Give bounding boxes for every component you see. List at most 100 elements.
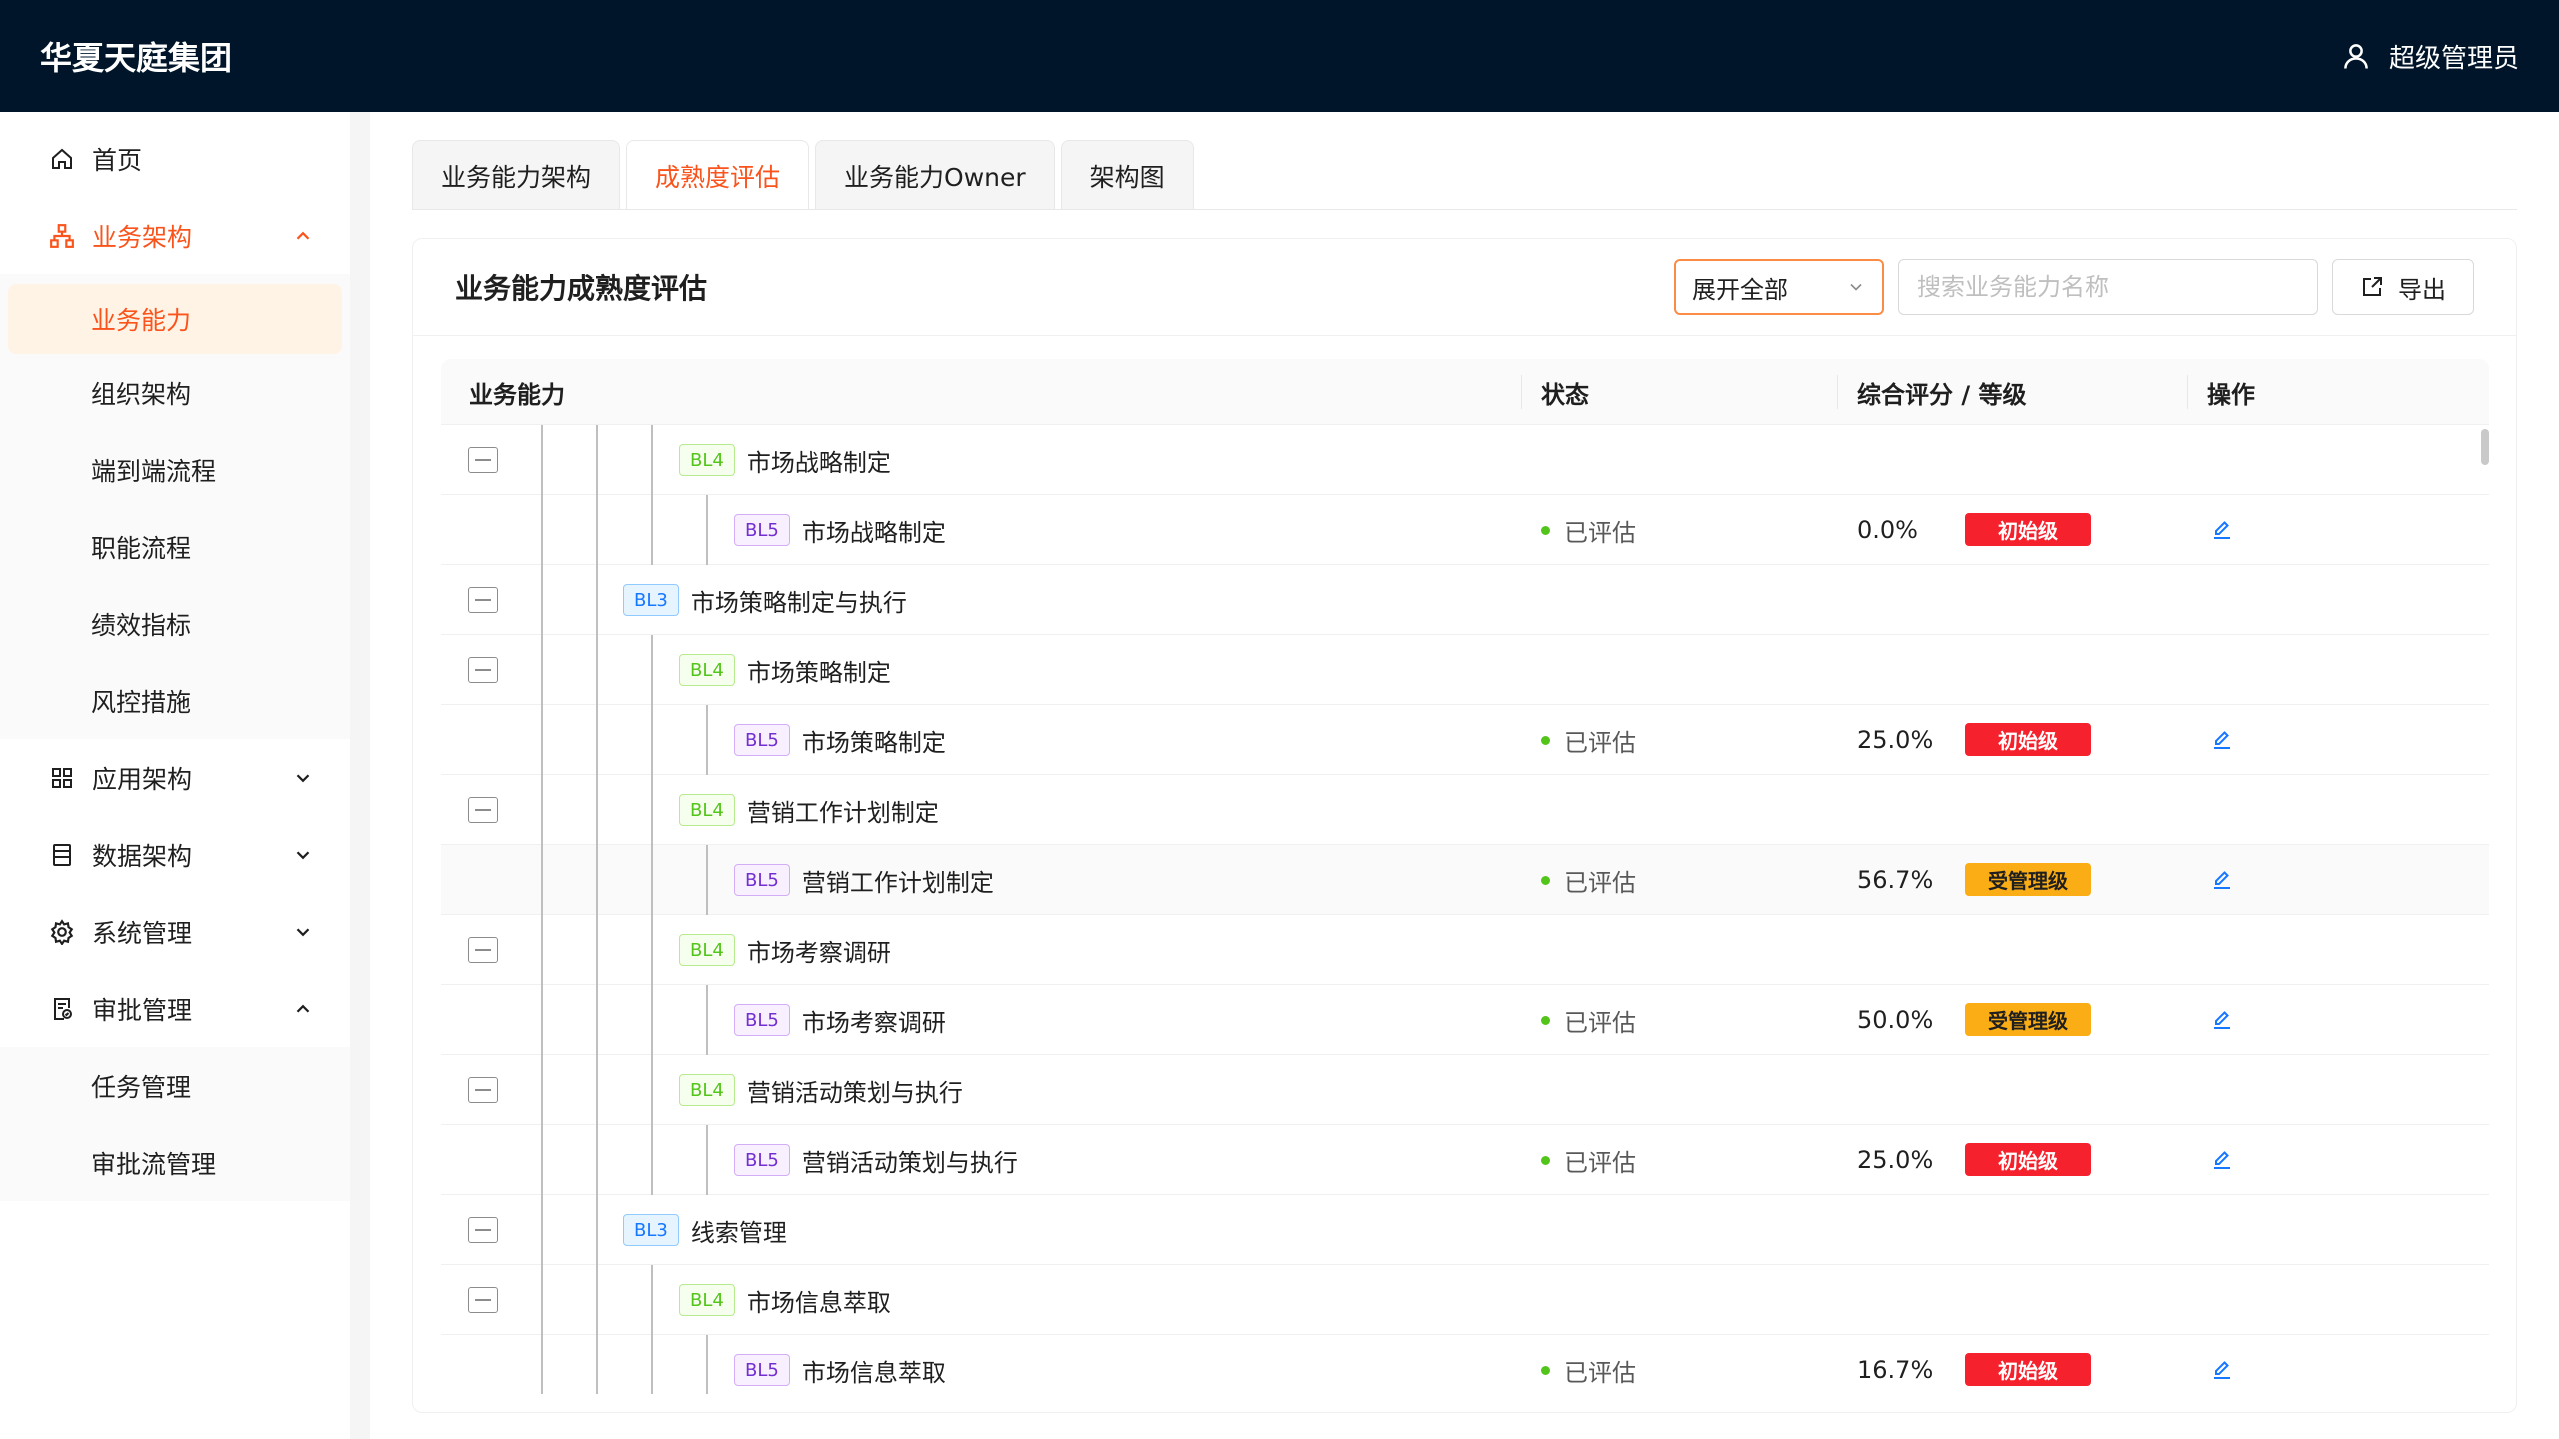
tree-guide-line — [706, 495, 708, 565]
tab-capability-architecture[interactable]: 业务能力架构 — [412, 140, 621, 210]
sidebar-item-kpi[interactable]: 绩效指标 — [0, 585, 350, 662]
edit-icon[interactable] — [2207, 725, 2237, 755]
collapse-toggle-icon[interactable] — [468, 587, 498, 613]
tab-capability-owner[interactable]: 业务能力Owner — [815, 140, 1055, 210]
table-row: BL5 营销工作计划制定 已评估 56.7% 受管理级 — [441, 845, 2489, 915]
chevron-down-icon — [296, 927, 310, 936]
chevron-up-icon — [296, 231, 310, 240]
nav-business-architecture[interactable]: 业务架构 — [0, 197, 350, 274]
sidebar-item-business-capability[interactable]: 业务能力 — [8, 284, 342, 354]
tab-maturity-assessment[interactable]: 成熟度评估 — [626, 140, 810, 210]
edit-icon[interactable] — [2207, 515, 2237, 545]
export-button[interactable]: 导出 — [2332, 259, 2474, 315]
tree-guide-line — [541, 565, 543, 635]
status-dot-icon — [1541, 1155, 1550, 1165]
sidebar-item-risk-control[interactable]: 风控措施 — [0, 662, 350, 739]
nav-business-architecture-label: 业务架构 — [92, 222, 193, 252]
nav-system-management[interactable]: 系统管理 — [0, 893, 350, 970]
level-tag: BL5 — [734, 1004, 790, 1036]
level-tag: BL5 — [734, 724, 790, 756]
table-header: 业务能力 状态 综合评分 / 等级 操作 — [441, 359, 2489, 425]
grade-badge: 初始级 — [1965, 1353, 2091, 1386]
collapse-toggle-icon[interactable] — [468, 447, 498, 473]
collapse-toggle-icon[interactable] — [468, 1217, 498, 1243]
tree-guide-line — [651, 1335, 653, 1394]
tree-guide-line — [541, 635, 543, 705]
capability-name: 市场战略制定 — [801, 518, 946, 547]
collapse-toggle-icon[interactable] — [468, 1287, 498, 1313]
tree-guide-line — [596, 1125, 598, 1195]
sidebar: 首页 业务架构 业务能力 组织架构 端到端流程 职能流程 绩效指标 风控措施 应… — [0, 112, 350, 1439]
nav-system-management-label: 系统管理 — [92, 918, 193, 948]
approval-icon — [48, 995, 76, 1023]
table-row: BL3 市场策略制定与执行 — [441, 565, 2489, 635]
collapse-toggle-icon[interactable] — [468, 657, 498, 683]
nav-application-architecture[interactable]: 应用架构 — [0, 739, 350, 816]
tree-guide-line — [596, 915, 598, 985]
capability-name: 市场考察调研 — [801, 1008, 946, 1037]
capability-name: 营销工作计划制定 — [746, 798, 939, 827]
tree-guide-line — [541, 1265, 543, 1335]
capability-cell: BL3 线索管理 — [623, 1195, 787, 1265]
nav-approval-management[interactable]: 审批管理 — [0, 970, 350, 1047]
collapse-toggle-icon[interactable] — [468, 937, 498, 963]
tree-guide-line — [651, 1125, 653, 1195]
collapse-toggle-icon[interactable] — [468, 797, 498, 823]
nav-home[interactable]: 首页 — [0, 120, 350, 197]
capability-cell: BL4 市场战略制定 — [679, 425, 891, 495]
tree-guide-line — [651, 985, 653, 1055]
collapse-toggle-icon[interactable] — [468, 1077, 498, 1103]
edit-icon[interactable] — [2207, 1355, 2237, 1385]
tree-guide-line — [596, 775, 598, 845]
expand-select[interactable]: 展开全部 — [1674, 259, 1884, 315]
nav-data-architecture[interactable]: 数据架构 — [0, 816, 350, 893]
capability-name: 市场考察调研 — [746, 938, 891, 967]
status-dot-icon — [1541, 1365, 1550, 1375]
capability-cell: BL5 营销活动策划与执行 — [734, 1125, 1018, 1195]
table-row: BL5 市场考察调研 已评估 50.0% 受管理级 — [441, 985, 2489, 1055]
tab-divider — [412, 209, 2517, 210]
level-tag: BL3 — [623, 584, 679, 616]
tree-guide-line — [596, 1055, 598, 1125]
tree-guide-line — [651, 775, 653, 845]
tree-guide-line — [596, 1265, 598, 1335]
search-input[interactable] — [1898, 259, 2318, 315]
nav-data-architecture-label: 数据架构 — [92, 841, 193, 871]
database-icon — [48, 841, 76, 869]
sidebar-item-functional-process[interactable]: 职能流程 — [0, 508, 350, 585]
tree-guide-line — [651, 495, 653, 565]
tree-guide-line — [651, 1265, 653, 1335]
business-architecture-submenu: 业务能力 组织架构 端到端流程 职能流程 绩效指标 风控措施 — [0, 274, 350, 739]
card-header: 业务能力成熟度评估 展开全部 导出 — [413, 239, 2516, 336]
table-row: BL4 市场考察调研 — [441, 915, 2489, 985]
column-header-score: 综合评分 / 等级 — [1857, 380, 2027, 409]
export-label: 导出 — [2398, 275, 2446, 304]
home-icon — [48, 145, 76, 173]
user-menu[interactable]: 超级管理员 — [2341, 38, 2519, 75]
tree-guide-line — [596, 1335, 598, 1394]
tree-guide-line — [541, 915, 543, 985]
tree-guide-line — [541, 705, 543, 775]
sidebar-item-e2e-process[interactable]: 端到端流程 — [0, 431, 350, 508]
status-text: 已评估 — [1564, 1148, 1636, 1177]
table-row: BL4 市场战略制定 — [441, 425, 2489, 495]
sidebar-item-task-management[interactable]: 任务管理 — [0, 1047, 350, 1124]
capability-cell: BL5 市场策略制定 — [734, 705, 946, 775]
tree-guide-line — [706, 705, 708, 775]
capability-name: 营销活动策划与执行 — [801, 1148, 1018, 1177]
scrollbar[interactable] — [2481, 429, 2489, 465]
tree-guide-line — [706, 845, 708, 915]
score-value: 25.0% — [1857, 726, 1934, 754]
edit-icon[interactable] — [2207, 865, 2237, 895]
capability-name: 市场战略制定 — [746, 448, 891, 477]
edit-icon[interactable] — [2207, 1005, 2237, 1035]
tree-guide-line — [596, 705, 598, 775]
level-tag: BL4 — [679, 1284, 735, 1316]
sidebar-item-approval-flow[interactable]: 审批流管理 — [0, 1124, 350, 1201]
tree-guide-line — [541, 425, 543, 495]
edit-icon[interactable] — [2207, 1145, 2237, 1175]
tab-architecture-diagram[interactable]: 架构图 — [1060, 140, 1194, 210]
tree-guide-line — [596, 425, 598, 495]
capability-name: 市场策略制定 — [746, 658, 891, 687]
sidebar-item-organization[interactable]: 组织架构 — [0, 354, 350, 431]
